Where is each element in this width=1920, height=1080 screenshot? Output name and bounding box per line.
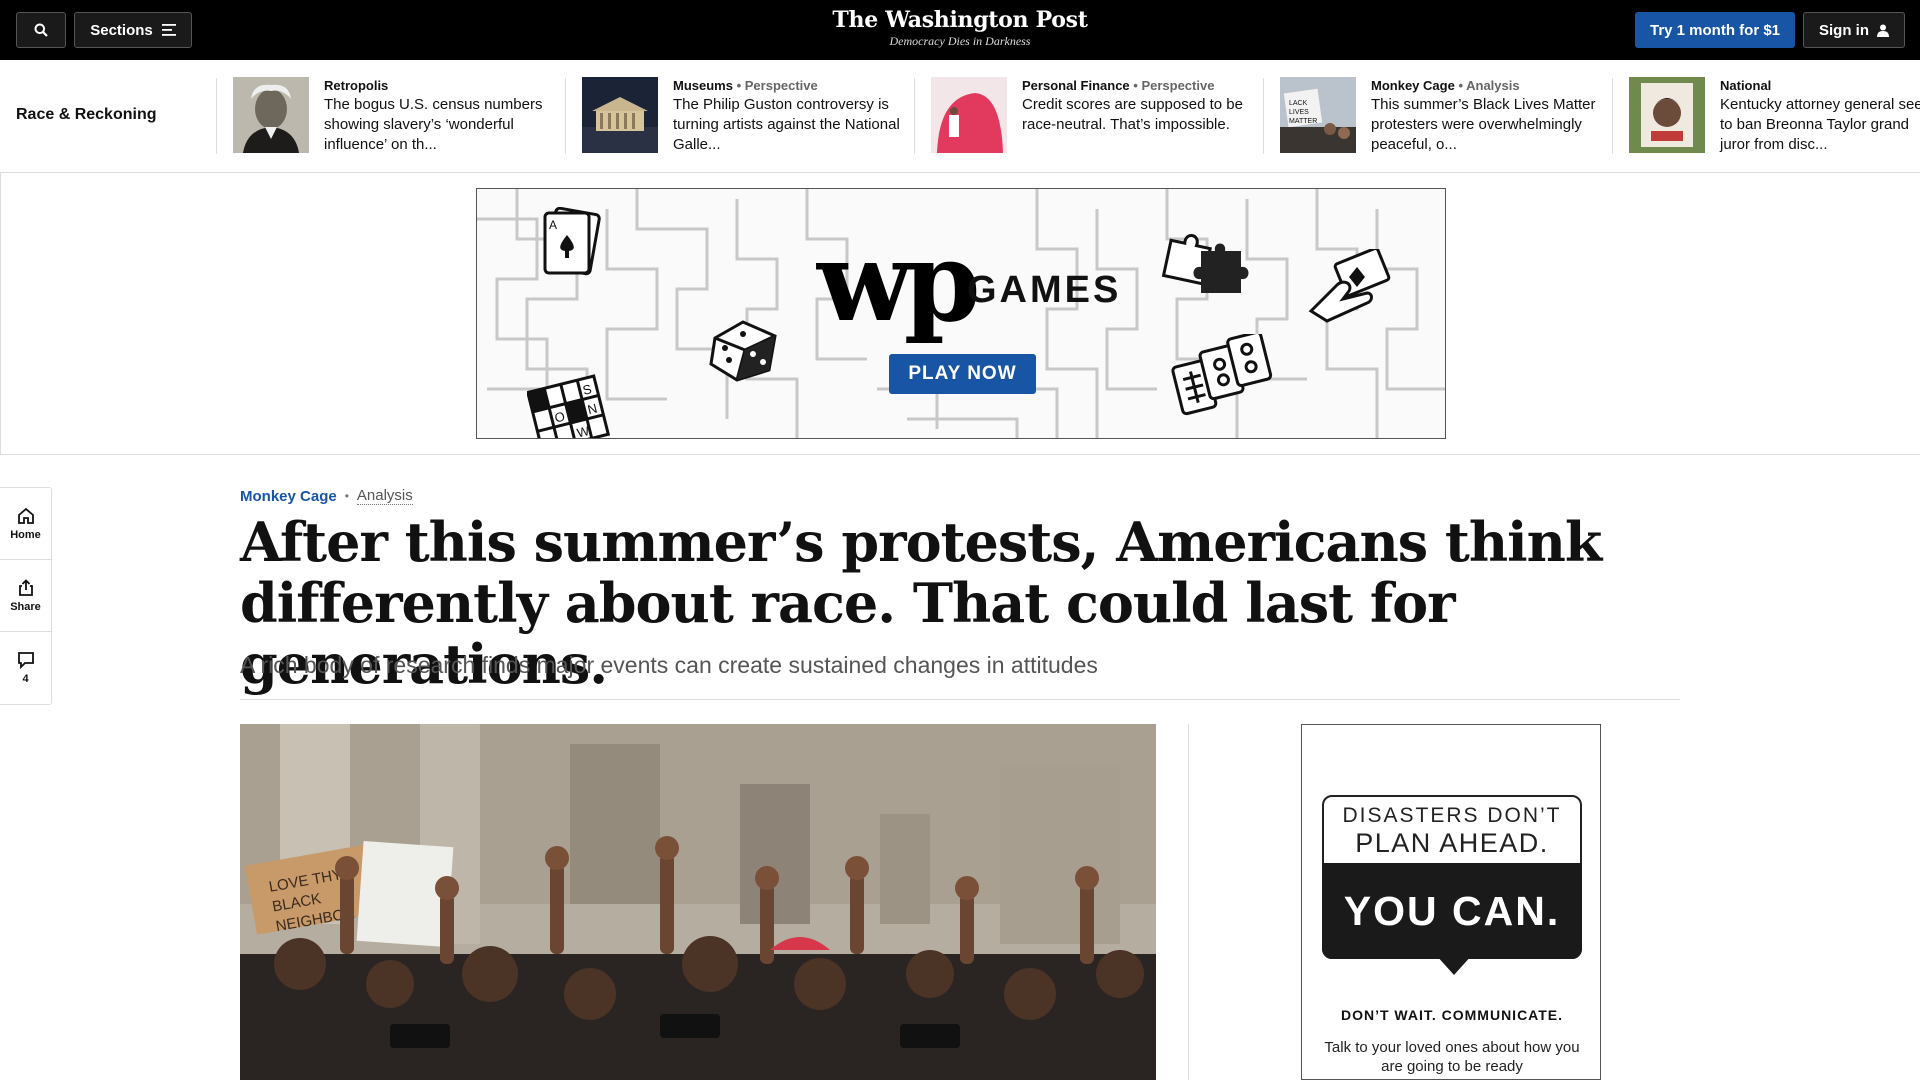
home-button[interactable]: Home [0,488,51,560]
strip-title[interactable]: Race & Reckoning [16,106,156,124]
games-ad[interactable]: A SNOW wp GAMES PLAY NOW [476,188,1446,439]
ad-line-2: PLAN AHEAD. [1355,828,1549,858]
story-thumbnail[interactable] [1629,77,1705,153]
article-dek: A rich body of research finds major even… [240,652,1098,678]
divider [216,78,217,154]
story-headline[interactable]: Kentucky attorney general seeks to ban B… [1720,95,1920,155]
story-section: Retropolis [324,78,389,93]
article-kicker: Monkey Cage • Analysis [240,487,413,505]
story-section: Personal Finance • Perspective [1022,78,1215,93]
brand-name: The Washington Post [832,7,1088,33]
svg-text:A: A [549,218,557,232]
home-icon [17,507,34,524]
svg-text:MATTER: MATTER [1289,118,1317,125]
story-headline[interactable]: The bogus U.S. census numbers showing sl… [324,95,574,155]
share-icon [18,578,33,596]
comments-count: 4 [22,673,29,685]
story-thumbnail[interactable]: LACK LIVES MATTER [1280,77,1356,153]
svg-text:LACK: LACK [1289,100,1308,107]
divider [1612,78,1613,154]
comments-button[interactable]: 4 [0,632,51,704]
sign-in-label: Sign in [1819,21,1869,39]
ad-line-1: DISASTERS DON’T [1342,804,1562,827]
ad-tagline: DON’T WAIT. COMMUNICATE. [1340,1007,1564,1023]
top-nav-bar: Sections The Washington Post Democracy D… [0,0,1920,60]
story-card[interactable]: Personal Finance • Perspective Credit sc… [931,77,1271,157]
story-section: Museums • Perspective [673,78,818,93]
subscribe-button[interactable]: Try 1 month for $1 [1635,12,1795,48]
divider [914,78,915,154]
story-headline[interactable]: The Philip Guston controversy is turning… [673,95,923,155]
story-card[interactable]: National Kentucky attorney general seeks… [1629,77,1920,157]
story-thumbnail[interactable] [582,77,658,153]
story-thumbnail[interactable] [233,77,309,153]
story-card[interactable]: Museums • Perspective The Philip Guston … [582,77,922,157]
comment-icon [17,652,34,669]
dice-icon [709,320,777,382]
divider [1263,78,1264,154]
story-thumbnail[interactable] [931,77,1007,153]
share-label: Share [10,600,41,613]
brand-tagline: Democracy Dies in Darkness [889,34,1031,48]
wp-logo: wp [817,217,981,346]
play-now-button[interactable]: PLAY NOW [889,354,1036,394]
hero-photo[interactable]: LOVE THY BLACK NEIGHBOR [240,724,1156,1080]
games-wordmark: GAMES [967,269,1122,311]
divider [565,78,566,154]
kicker-separator: • [344,489,349,503]
story-section: National [1720,78,1772,93]
ad-headline: YOU CAN. [1322,863,1582,959]
story-headline[interactable]: This summer’s Black Lives Matter protest… [1371,95,1621,155]
sections-button[interactable]: Sections [74,12,192,48]
ad-body: Talk to your loved ones about how you ar… [1324,1039,1580,1075]
column-divider [1188,724,1189,1080]
story-card[interactable]: LACK LIVES MATTER Monkey Cage • Analysis T… [1280,77,1620,157]
story-headline[interactable]: Credit scores are supposed to be race-ne… [1022,95,1272,135]
related-stories-strip: Race & Reckoning Retropolis The bogus U.… [0,60,1920,172]
article-side-rail: Home Share 4 [0,487,52,705]
mahjong-tiles-icon [1171,334,1273,416]
bubble-tail [1436,955,1472,975]
puzzle-piece-icon [1161,234,1249,293]
story-section: Monkey Cage • Analysis [1371,78,1520,93]
share-button[interactable]: Share [0,560,51,632]
home-label: Home [10,528,41,541]
playing-card-icon: A [543,207,601,276]
speech-bubble-graphic: DISASTERS DON’T PLAN AHEAD. YOU CAN. [1322,795,1582,975]
story-card[interactable]: Retropolis The bogus U.S. census numbers… [233,77,573,157]
crossword-icon: SNOW [527,374,611,438]
user-icon [1877,24,1889,37]
header-divider [240,699,1680,700]
kicker-analysis-label[interactable]: Analysis [356,487,413,505]
search-button[interactable] [16,12,66,48]
svg-text:LIVES: LIVES [1289,109,1309,116]
kicker-section-link[interactable]: Monkey Cage [240,488,337,505]
sections-label: Sections [90,21,153,39]
sidebar-ad[interactable]: DISASTERS DON’T PLAN AHEAD. YOU CAN. DON… [1301,724,1601,1080]
sign-in-button[interactable]: Sign in [1803,12,1905,48]
masthead-logo[interactable]: The Washington Post Democracy Dies in Da… [760,6,1160,48]
menu-icon [161,24,176,36]
search-icon [34,23,48,37]
hand-cards-icon [1308,249,1391,323]
ad-band: A SNOW wp GAMES PLAY NOW [0,172,1920,455]
